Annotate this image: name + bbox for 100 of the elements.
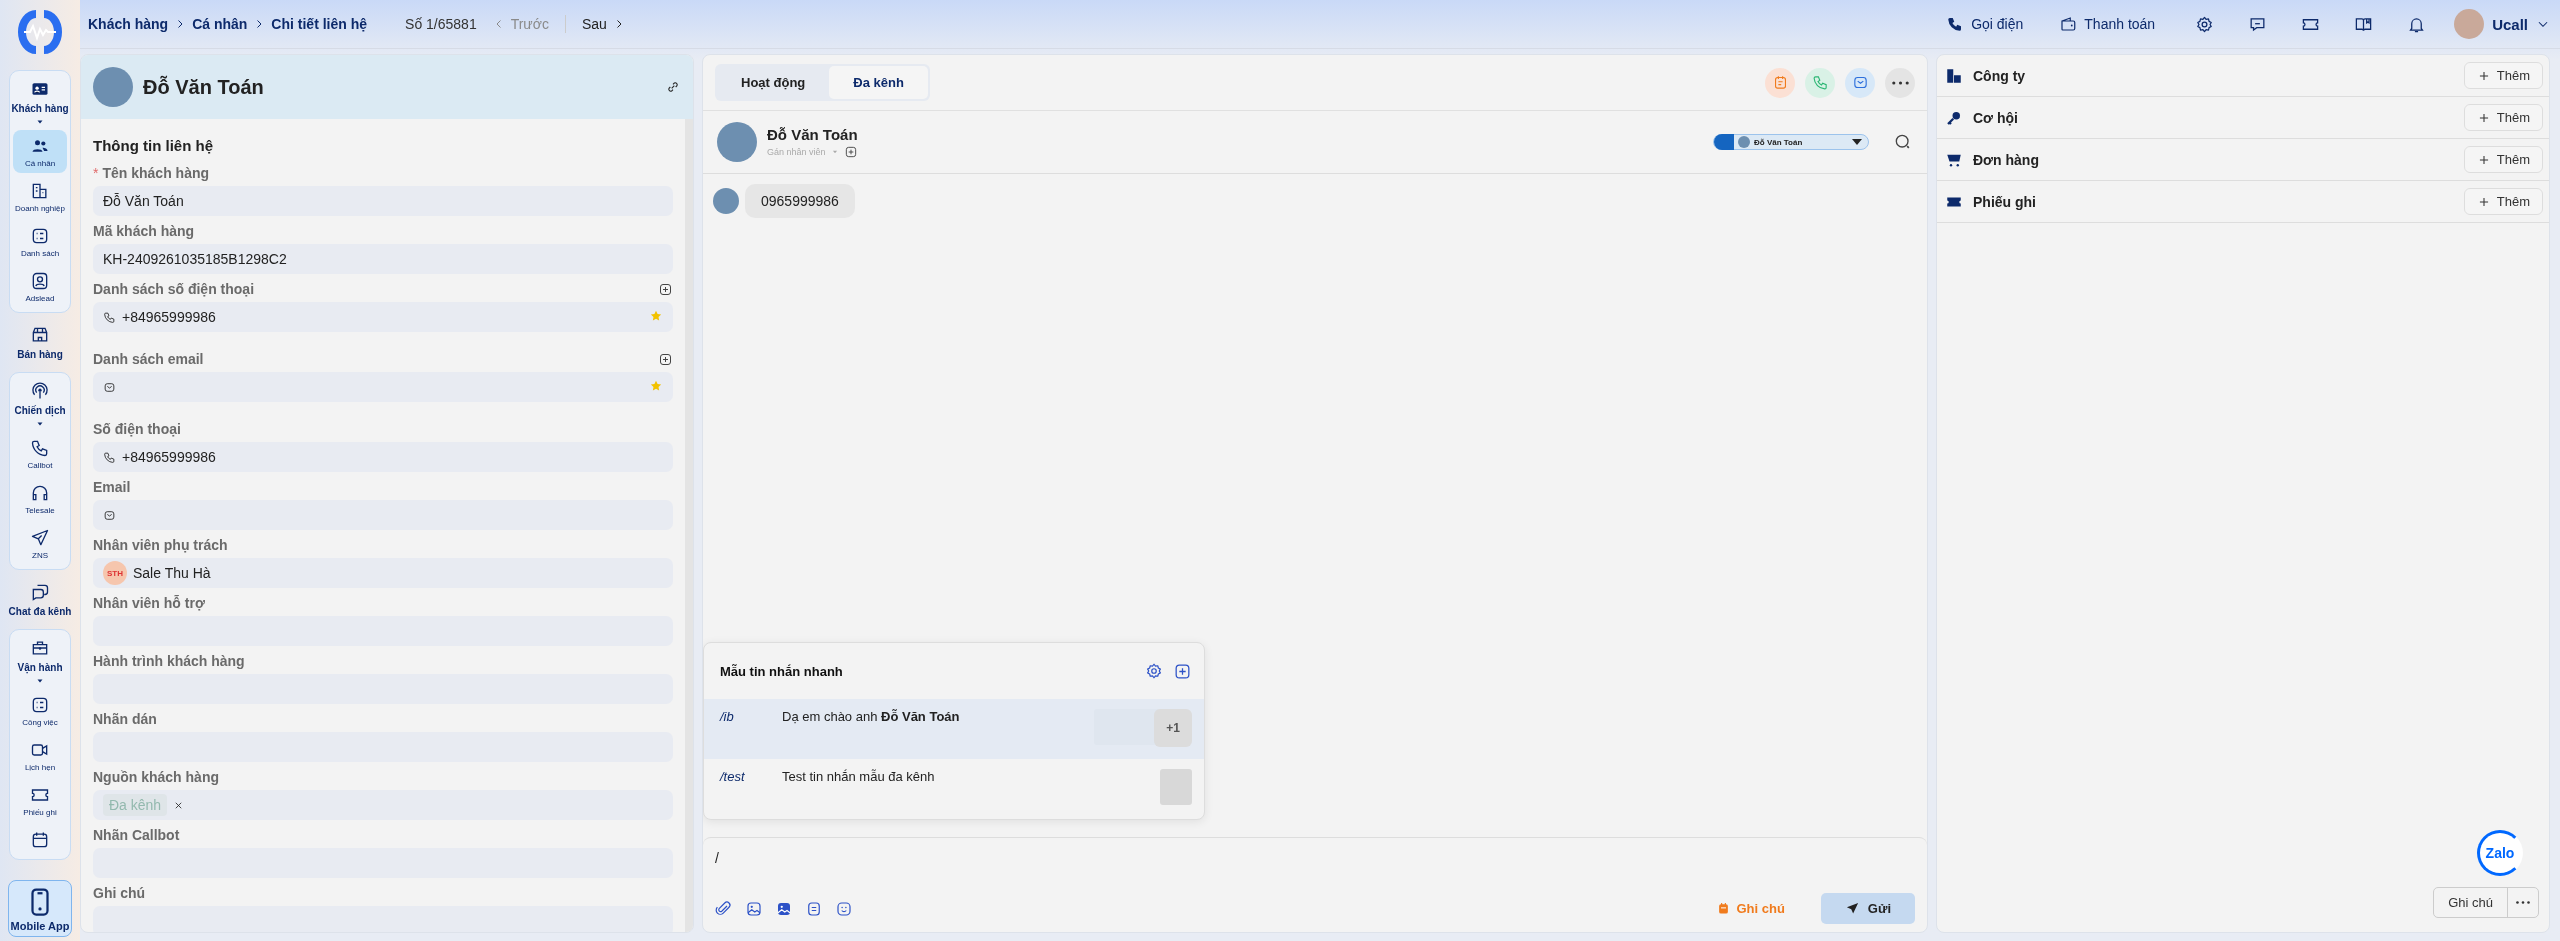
breadcrumb-link[interactable]: Khách hàng	[88, 16, 169, 32]
nav-item[interactable]: Telesale	[13, 477, 67, 520]
checklist-icon	[30, 695, 50, 715]
building-icon	[30, 181, 50, 201]
logo-icon[interactable]	[16, 8, 64, 56]
caret-icon	[1852, 139, 1862, 145]
calendar-icon	[30, 830, 50, 850]
contact-name: Đỗ Văn Toán	[767, 125, 858, 143]
field-label: Nguồn khách hàng	[93, 769, 220, 785]
settings-button[interactable]	[1145, 662, 1163, 680]
mail-icon	[103, 508, 116, 522]
next-button[interactable]: Sau	[573, 16, 633, 32]
add-button[interactable]	[658, 281, 673, 297]
more-icon	[1891, 80, 1909, 85]
nav-item[interactable]: Cá nhân	[13, 130, 67, 173]
nav-item[interactable]: Danh sách	[13, 220, 67, 263]
field-label: Mã khách hàng	[93, 223, 196, 239]
user-square-icon	[30, 271, 50, 291]
nav-item[interactable]: Chat đa kênh	[8, 576, 72, 623]
template-item[interactable]: /test Test tin nhắn mẫu đa kênh	[704, 759, 1204, 819]
field-label: Danh sách email	[93, 351, 205, 367]
more-icon	[2516, 901, 2530, 904]
nav-item[interactable]: Công việc	[13, 689, 67, 732]
breadcrumb-link[interactable]: Cá nhân	[192, 16, 248, 32]
input-field[interactable]: Đỗ Văn Toán	[93, 186, 673, 216]
add-button[interactable]: Thêm	[2463, 104, 2543, 131]
toolbar-button[interactable]: Gọi điện	[1940, 14, 2030, 34]
paperclip-icon	[715, 899, 733, 918]
store-icon	[30, 325, 50, 345]
more-count: +1	[1154, 709, 1192, 747]
settings-icon	[2195, 14, 2215, 34]
emoji-button[interactable]	[835, 899, 853, 918]
nav-item[interactable]: Doanh nghiệp	[13, 175, 67, 218]
input-field[interactable]: +84965999986	[93, 442, 673, 472]
image-placeholder	[1160, 769, 1192, 805]
nav-item[interactable]: Bán hàng	[17, 319, 63, 366]
plus-icon	[658, 281, 673, 297]
toolbar-icon-button[interactable]	[2195, 14, 2215, 34]
add-button[interactable]	[843, 144, 858, 159]
toolbar-button[interactable]: Thanh toán	[2053, 14, 2162, 34]
field-label: Số điện thoại	[93, 421, 182, 437]
avatar	[2454, 9, 2485, 39]
template-item[interactable]: /ib Dạ em chào anh Đỗ Văn Toán +1	[704, 699, 1204, 759]
add-button[interactable]: Thêm	[2463, 146, 2543, 173]
add-button[interactable]: Thêm	[2463, 62, 2543, 89]
record-counter: Số 1/65881	[405, 16, 477, 32]
document-icon	[805, 899, 823, 918]
message-input[interactable]: /	[715, 846, 1915, 870]
more-button[interactable]	[1885, 67, 1915, 98]
avatar	[717, 122, 757, 162]
plus-icon	[843, 144, 858, 159]
input-field[interactable]: STH Sale Thu Hà	[93, 558, 673, 588]
field-label: Nhãn Callbot	[93, 827, 181, 843]
tab[interactable]: Đa kênh	[829, 66, 928, 99]
input-field[interactable]	[93, 372, 673, 402]
input-field[interactable]: +84965999986	[93, 302, 673, 332]
breadcrumb-link[interactable]: Chi tiết liên hệ	[271, 16, 368, 32]
tag: Đa kênh	[103, 794, 168, 816]
field-label: Tên khách hàng	[102, 165, 211, 181]
chat-widget-badge[interactable]: Zalo	[2477, 830, 2523, 876]
nav-item[interactable]: ZNS	[13, 522, 67, 565]
channel-select[interactable]: Đỗ Văn Toán	[1713, 134, 1869, 150]
mail-icon	[103, 380, 116, 394]
initials-avatar: STH	[103, 561, 127, 585]
send-button[interactable]: Gửi	[1820, 893, 1915, 924]
tab[interactable]: Hoạt động	[717, 66, 830, 99]
field-label: Nhân viên phụ trách	[93, 537, 229, 553]
field-label: Ghi chú	[93, 885, 147, 901]
field-label: Danh sách số điện thoại	[93, 281, 256, 297]
required-mark: *	[93, 165, 99, 181]
send-icon	[1844, 901, 1860, 916]
nav-item[interactable]: Lịch hẹn	[13, 734, 67, 777]
attach-button[interactable]	[715, 899, 733, 918]
input-field[interactable]	[93, 500, 673, 530]
field-label: Hành trình khách hàng	[93, 653, 246, 669]
section-title: Cơ hội	[1973, 109, 2019, 126]
nav-group-header[interactable]: Vận hành	[17, 634, 63, 673]
input-field[interactable]: KH-2409261035185B1298C2	[93, 244, 673, 274]
nav-item[interactable]: Adslead	[13, 265, 67, 308]
mobile-app-button[interactable]: Mobile App	[8, 880, 72, 937]
nav-group-header[interactable]: Chiến dịch	[14, 377, 66, 416]
broadcast-icon	[30, 381, 50, 401]
popup-title: Mẫu tin nhắn nhanh	[720, 663, 844, 679]
nav-group-header[interactable]: Khách hàng	[11, 75, 69, 114]
template-button[interactable]	[805, 899, 823, 918]
phone-icon	[103, 310, 116, 324]
section-title: Phiếu ghi	[1973, 193, 2037, 210]
nav-item[interactable]: Callbot	[13, 432, 67, 475]
nav-item[interactable]: Phiếu ghi	[13, 779, 67, 822]
user-menu[interactable]: Ucall	[2454, 9, 2550, 39]
add-button[interactable]	[658, 351, 673, 367]
message-bubble: 0965999986	[745, 184, 855, 218]
avatar	[93, 67, 133, 107]
plus-icon	[658, 351, 673, 367]
field-label: Nhân viên hỗ trợ	[93, 595, 206, 611]
field-label: Email	[93, 479, 132, 495]
image-button[interactable]	[745, 899, 763, 918]
section-title: Thông tin liên hệ	[93, 137, 214, 154]
email-button[interactable]	[1845, 67, 1875, 98]
add-button[interactable]: Thêm	[2463, 188, 2543, 215]
